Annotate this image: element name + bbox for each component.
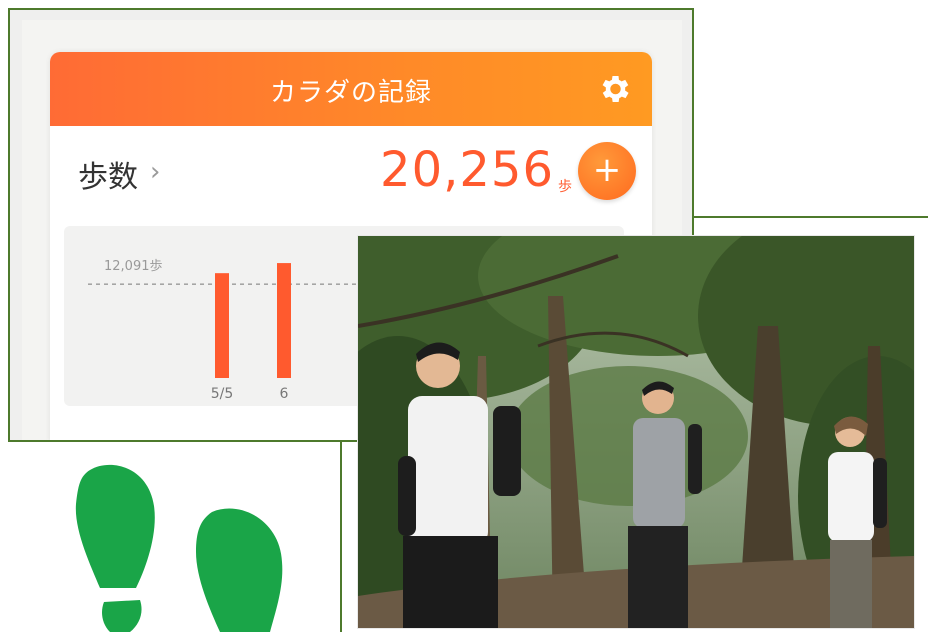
bar-1	[277, 263, 291, 378]
steps-label: 歩数	[78, 160, 138, 195]
add-steps-button[interactable]: +	[578, 142, 636, 200]
header-title: カラダの記録	[269, 78, 432, 108]
x-tick-label: 5/5	[211, 386, 234, 402]
x-tick-label: 6	[280, 386, 289, 402]
gear-icon[interactable]	[596, 71, 632, 107]
average-label: 12,091歩	[104, 259, 163, 274]
footprints-icon	[75, 464, 283, 632]
hikers-photo	[358, 236, 914, 628]
frame-line	[340, 442, 342, 632]
chevron-right-icon: ›	[150, 157, 161, 187]
frame-line	[694, 216, 928, 218]
header-bar: カラダの記録	[50, 52, 652, 126]
frame-line	[8, 440, 342, 442]
bar-0	[215, 273, 229, 378]
steps-row[interactable]: 歩数 › 20,256 歩 +	[50, 126, 652, 218]
steps-value: 20,256	[380, 142, 554, 198]
steps-unit: 歩	[558, 179, 572, 195]
